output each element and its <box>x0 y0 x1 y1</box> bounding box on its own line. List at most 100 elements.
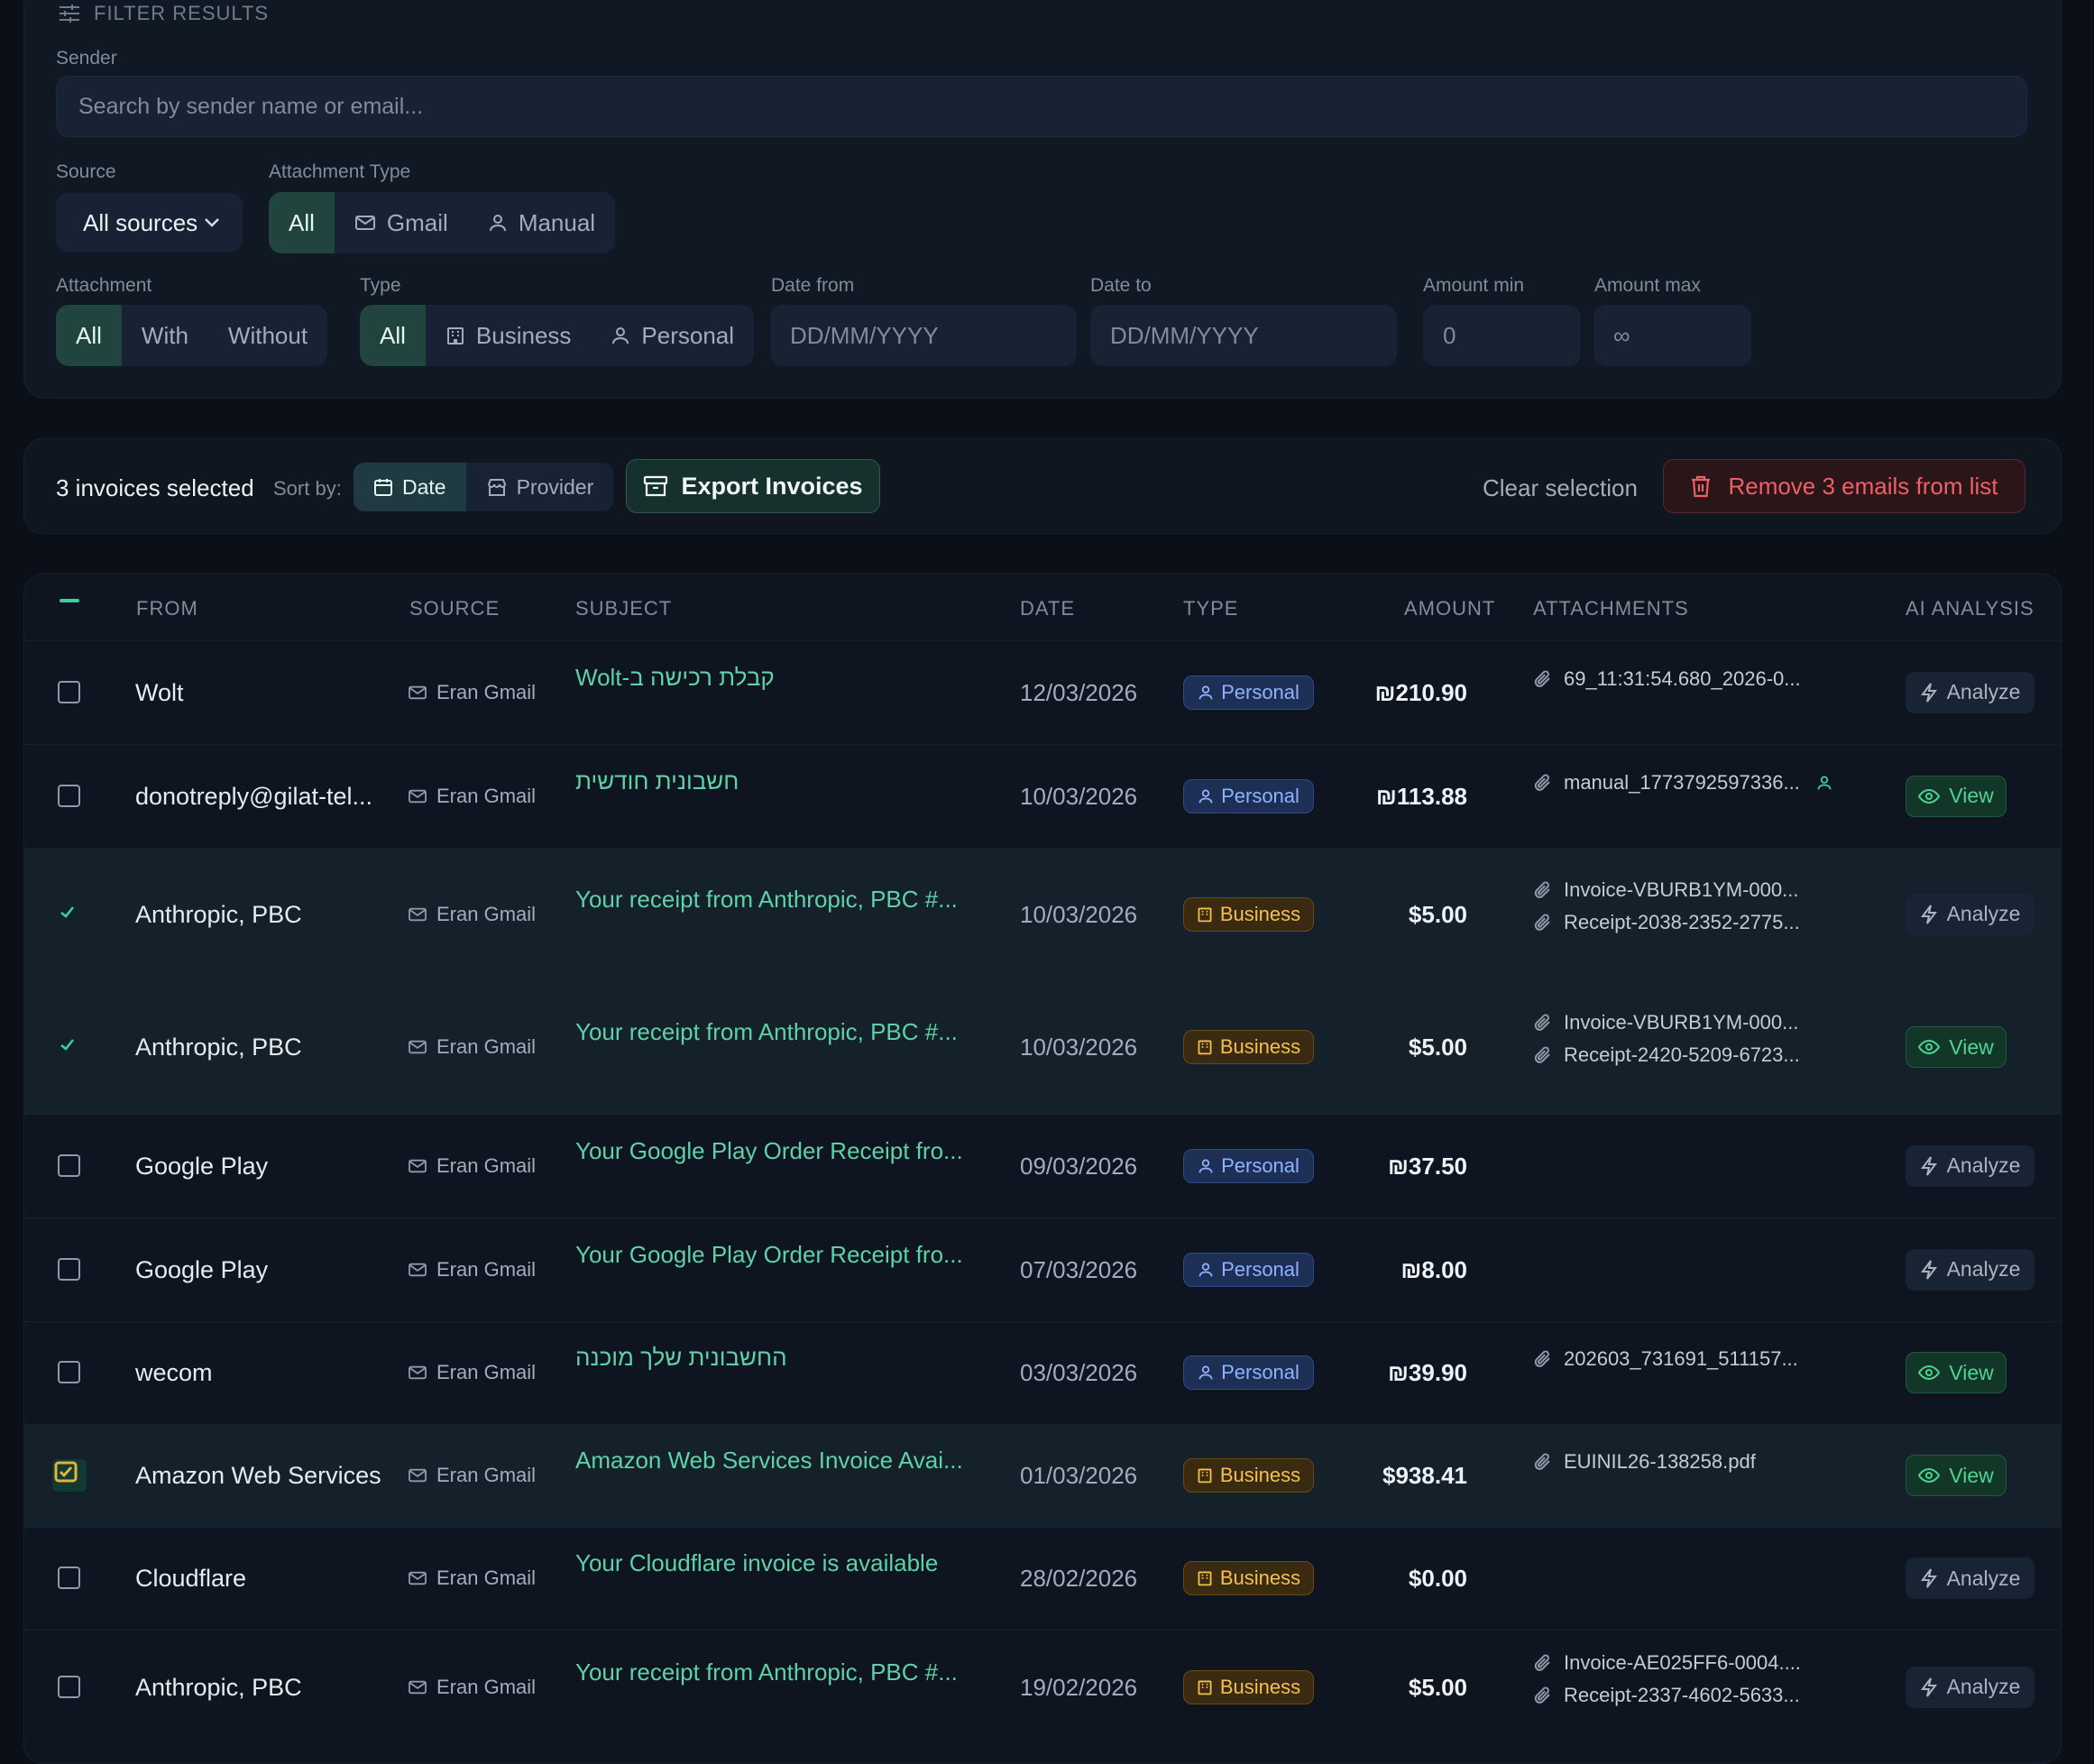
amount-min-input[interactable]: 0 <box>1423 305 1581 366</box>
row-subject[interactable]: Amazon Web Services Invoice Avai... <box>575 1447 963 1475</box>
row-attachment[interactable]: Invoice-VBURB1YM-000... <box>1533 1011 1798 1034</box>
row-subject[interactable]: קבלת רכישה ב-Wolt <box>575 664 775 692</box>
row-attachment[interactable]: Invoice-VBURB1YM-000... <box>1533 878 1798 902</box>
row-subject-text: Your Google Play Order Receipt fro... <box>575 1240 963 1268</box>
view-analysis-button[interactable]: View <box>1906 1352 2007 1393</box>
row-subject[interactable]: Your receipt from Anthropic, PBC #... <box>575 1658 958 1686</box>
attachment-type-manual[interactable]: Manual <box>468 192 615 253</box>
zap-icon <box>1920 1677 1938 1698</box>
row-attachment-text: Invoice-VBURB1YM-000... <box>1564 1011 1799 1034</box>
row-checkbox[interactable] <box>52 1459 87 1492</box>
analyze-button[interactable]: Analyze <box>1906 671 2034 713</box>
row-checkbox[interactable] <box>58 1675 80 1698</box>
view-analysis-button[interactable]: View <box>1906 775 2007 817</box>
mail-icon <box>408 1467 427 1484</box>
row-subject[interactable]: חשבונית חודשית <box>575 767 739 795</box>
mail-icon <box>408 1262 427 1278</box>
row-attachment[interactable]: EUINIL26-138258.pdf <box>1533 1450 1756 1474</box>
mail-icon <box>408 1570 427 1586</box>
row-subject[interactable]: Your receipt from Anthropic, PBC #... <box>575 886 958 914</box>
analyze-button-text: Analyze <box>1946 1675 2021 1698</box>
analyze-button[interactable]: Analyze <box>1906 1144 2034 1187</box>
user-icon <box>1198 1364 1214 1381</box>
row-type-badge-text: Business <box>1219 1464 1301 1486</box>
row-attachment[interactable]: Receipt-2420-5209-6723... <box>1533 1043 1800 1067</box>
type-personal[interactable]: Personal <box>591 305 754 366</box>
row-from-text: Anthropic, PBC <box>135 1673 302 1701</box>
attachment-type-all[interactable]: All <box>269 192 335 253</box>
row-amount-text: ₪37.50 <box>1387 1152 1467 1180</box>
row-date-text: 09/03/2026 <box>1020 1152 1138 1180</box>
export-invoices-button[interactable]: Export Invoices <box>626 459 880 513</box>
row-checkbox[interactable] <box>58 1257 80 1281</box>
row-attachment[interactable]: Invoice-AE025FF6-0004.... <box>1533 1651 1801 1675</box>
sort-date[interactable]: Date <box>354 463 466 511</box>
row-attachment-text: manual_1773792597336... <box>1564 770 1800 794</box>
row-subject[interactable]: Your Cloudflare invoice is available <box>575 1549 938 1577</box>
row-subject[interactable]: החשבונית שלך מוכנה <box>575 1344 787 1372</box>
row-amount: $938.41 <box>1382 1462 1467 1490</box>
type-all[interactable]: All <box>360 305 426 366</box>
row-checkbox[interactable] <box>58 903 80 925</box>
row-source: Eran Gmail <box>408 1258 536 1282</box>
type-business[interactable]: Business <box>426 305 592 366</box>
row-checkbox[interactable] <box>58 1153 80 1177</box>
view-analysis-button[interactable]: View <box>1906 1455 2007 1496</box>
row-date: 01/03/2026 <box>1020 1462 1137 1490</box>
row-attachment[interactable]: 202603_731691_511157... <box>1533 1347 1798 1371</box>
row-attachment[interactable]: Receipt-2337-4602-5633... <box>1533 1684 1800 1707</box>
sort-provider[interactable]: Provider <box>466 463 614 511</box>
header-amount[interactable]: AMOUNT <box>1404 597 1495 620</box>
mail-icon <box>408 684 427 701</box>
header-subject[interactable]: SUBJECT <box>575 597 672 620</box>
sort-toggle: Date Provider <box>354 463 614 511</box>
select-all-checkbox[interactable] <box>60 599 79 602</box>
row-source-text: Eran Gmail <box>436 902 537 925</box>
amount-max-input[interactable]: ∞ <box>1593 305 1751 366</box>
remove-emails-button[interactable]: Remove 3 emails from list <box>1663 459 2025 513</box>
paperclip-icon <box>1533 1012 1553 1034</box>
row-from: wecom <box>135 1359 213 1387</box>
row-source-text: Eran Gmail <box>436 1566 537 1589</box>
date-from-input[interactable]: DD/MM/YYYY <box>770 305 1077 366</box>
attachment-all[interactable]: All <box>56 305 122 366</box>
row-checkbox[interactable] <box>58 1566 80 1589</box>
sender-search-input[interactable] <box>56 76 2027 137</box>
row-checkbox[interactable] <box>58 1361 80 1383</box>
chevron-down-icon <box>203 216 221 229</box>
row-checkbox[interactable] <box>58 784 80 807</box>
sliders-icon <box>58 3 81 24</box>
row-subject[interactable]: Your Google Play Order Receipt fro... <box>575 1241 963 1269</box>
attachment-without[interactable]: Without <box>208 305 327 366</box>
row-attachment[interactable]: Receipt-2038-2352-2775... <box>1533 911 1800 934</box>
row-subject[interactable]: Your Google Play Order Receipt fro... <box>575 1137 963 1165</box>
row-checkbox[interactable] <box>58 680 80 703</box>
date-to-input[interactable]: DD/MM/YYYY <box>1090 305 1397 366</box>
header-type[interactable]: TYPE <box>1183 597 1238 620</box>
view-analysis-button[interactable]: View <box>1906 1026 2007 1068</box>
row-from: Wolt <box>135 679 184 707</box>
clear-selection-button[interactable]: Clear selection <box>1483 474 1638 502</box>
paperclip-icon <box>1533 1451 1553 1473</box>
header-source[interactable]: SOURCE <box>409 597 500 620</box>
analyze-button[interactable]: Analyze <box>1906 1248 2034 1291</box>
attachment-with[interactable]: With <box>122 305 208 366</box>
header-from[interactable]: FROM <box>136 597 198 620</box>
row-amount-text: $0.00 <box>1408 1565 1467 1592</box>
row-subject[interactable]: Your receipt from Anthropic, PBC #... <box>575 1018 958 1046</box>
header-ai-analysis[interactable]: AI ANALYSIS <box>1906 597 2034 620</box>
analyze-button[interactable]: Analyze <box>1906 1666 2034 1708</box>
analyze-button-text: Analyze <box>1946 1257 2021 1281</box>
date-from-label: Date from <box>771 275 855 296</box>
analyze-button[interactable]: Analyze <box>1906 1557 2034 1599</box>
header-date[interactable]: DATE <box>1020 597 1075 620</box>
row-from-text: Anthropic, PBC <box>135 1034 302 1061</box>
row-attachment[interactable]: 69_11:31:54.680_2026-0... <box>1533 667 1801 691</box>
attachment-type-gmail[interactable]: Gmail <box>335 192 468 253</box>
source-select[interactable]: All sources <box>56 193 243 253</box>
header-attachments[interactable]: ATTACHMENTS <box>1533 597 1689 620</box>
paperclip-icon <box>1533 1044 1553 1066</box>
row-checkbox[interactable] <box>58 1035 80 1058</box>
row-attachment[interactable]: manual_1773792597336... <box>1533 771 1832 795</box>
analyze-button[interactable]: Analyze <box>1906 893 2034 935</box>
